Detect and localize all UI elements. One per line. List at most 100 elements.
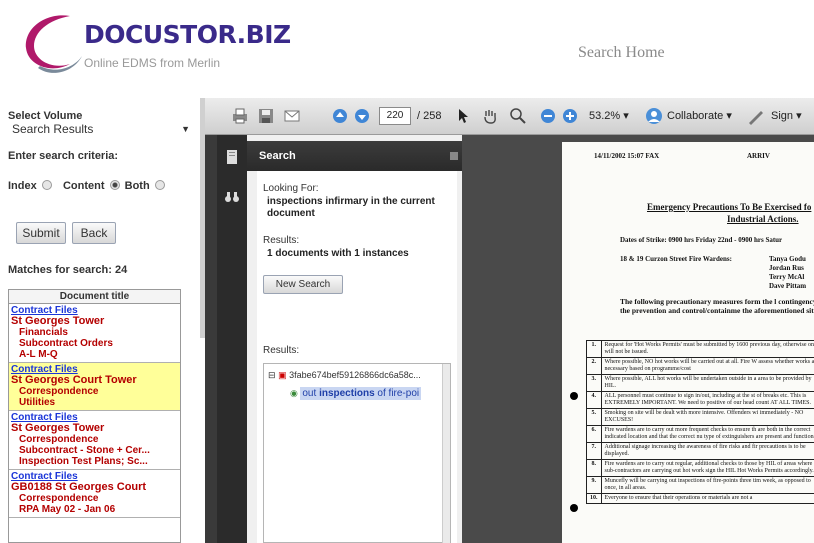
fire-warden-names: Tanya Godu Jordan Rus Terry McAl Dave Pi… — [769, 255, 806, 291]
row-number: 1. — [586, 340, 602, 358]
search-mode-radio-group: Index Content Both — [8, 180, 167, 192]
pdf-viewer: 220 / 258 53.2% ▾ Collaborate ▾ Sign ▾ S… — [205, 98, 814, 543]
row-number: 2. — [586, 357, 602, 375]
document-title-header: Document title — [9, 290, 180, 304]
brand-logo[interactable]: DOCUSTOR.BIZ Online EDMS from Merlin — [18, 8, 291, 78]
collaborate-button[interactable]: Collaborate ▾ — [667, 107, 732, 125]
row-number: 9. — [586, 476, 602, 494]
document-canvas[interactable]: 14/11/2002 15:07 FAX ARRIV Emergency Pre… — [462, 135, 814, 543]
list-item[interactable]: Contract Files St Georges Tower Correspond… — [9, 411, 180, 470]
search-hit-icon: ◉ — [290, 388, 298, 398]
binoculars-icon[interactable] — [224, 189, 240, 205]
tree-hit-node[interactable]: ◉ out inspections of fire-poi — [290, 387, 422, 400]
dropdown-arrow-icon: ▼ — [181, 124, 190, 134]
results-summary: 1 documents with 1 instances — [267, 248, 409, 259]
collaborate-icon — [646, 108, 662, 124]
row-text: Where possible, ALL hot works will be un… — [600, 374, 814, 392]
brand-name: DOCUSTOR.BIZ — [84, 20, 291, 49]
search-results-body: Looking For: inspections infirmary in th… — [257, 171, 457, 543]
row-number: 4. — [586, 391, 602, 409]
document-folder: St Georges Tower — [11, 315, 105, 327]
fax-stamp: 14/11/2002 15:07 FAX — [594, 152, 660, 160]
tree-file-name: 3fabe674bef59126866dc6a58c... — [289, 370, 421, 380]
submit-button[interactable]: Submit — [16, 222, 66, 244]
volume-select[interactable]: Search Results ▼ — [8, 120, 194, 138]
results-tree-label: Results: — [263, 345, 300, 356]
row-text: ALL personnel must continue to sign in/o… — [600, 391, 814, 409]
fax-stamp-right: ARRIV — [747, 152, 770, 160]
matches-count: Matches for search: 24 — [8, 264, 128, 276]
radio-content-label: Content — [62, 180, 105, 192]
row-number: 8. — [586, 459, 602, 477]
page-heading: Emergency Precautions To Be Exercised fo — [647, 202, 812, 212]
zoom-in-icon[interactable] — [561, 107, 579, 125]
collaborate-label: Collaborate — [667, 110, 724, 122]
volume-select-value: Search Results — [12, 122, 94, 136]
warden-name: Terry McAl — [769, 273, 805, 281]
row-number: 6. — [586, 425, 602, 443]
search-panel-title: Search — [259, 150, 296, 162]
pdf-page: 14/11/2002 15:07 FAX ARRIV Emergency Pre… — [562, 142, 814, 543]
hit-match: inspections — [319, 388, 375, 399]
list-item[interactable]: Contract Files St Georges Court Tower Corr… — [9, 363, 180, 411]
row-number: 10. — [586, 493, 602, 504]
back-button[interactable]: Back — [72, 222, 116, 244]
zoom-value: 53.2% — [589, 110, 621, 122]
search-query: inspections infirmary in the current doc… — [267, 196, 435, 219]
hand-tool-icon[interactable] — [481, 107, 499, 125]
sign-button[interactable]: Sign ▾ — [771, 107, 802, 125]
row-number: 5. — [586, 408, 602, 426]
looking-for-label: Looking For: — [263, 183, 319, 194]
row-text: Fire wardens are to carry out regular, a… — [600, 459, 814, 477]
list-item[interactable]: Contract Files GB0188 St Georges Court Cor… — [9, 470, 180, 518]
radio-both-label: Both — [124, 180, 150, 192]
radio-index[interactable] — [41, 180, 52, 190]
tree-file-node[interactable]: ⊟ ▣ 3fabe674bef59126866dc6a58c... — [268, 370, 421, 381]
previous-page-icon[interactable] — [331, 107, 349, 125]
search-hit-text: out inspections of fire-poi — [300, 387, 422, 400]
table-row: 9. Muncefly will be carrying out inspecti… — [586, 476, 814, 494]
warden-name: Tanya Godu — [769, 255, 806, 263]
document-subfolder: Subcontract - Stone + Cer... — [19, 445, 150, 456]
pages-icon[interactable] — [224, 149, 240, 165]
table-row: 4. ALL personnel must continue to sign in… — [586, 391, 814, 409]
sign-pen-icon — [749, 111, 763, 125]
email-icon[interactable] — [283, 107, 301, 125]
radio-content[interactable] — [109, 180, 120, 190]
bullet-mark — [570, 392, 578, 400]
row-text: Everyone to ensure that their operations… — [600, 493, 814, 504]
document-subfolder: A-L M-Q — [19, 349, 58, 360]
print-icon[interactable] — [231, 107, 249, 125]
expand-icon[interactable]: ⊟ — [268, 370, 276, 380]
hit-prefix: out — [302, 388, 317, 399]
zoom-out-icon[interactable] — [539, 107, 557, 125]
tree-scrollbar[interactable] — [442, 364, 450, 543]
list-item[interactable]: Contract Files St Georges Tower Financials… — [9, 304, 180, 363]
table-row: 6. Fire wardens are to carry out more fre… — [586, 425, 814, 443]
row-text: Additional signage increasing the awaren… — [600, 442, 814, 460]
radio-index-label: Index — [8, 180, 37, 192]
strike-dates: Dates of Strike: 0900 hrs Friday 22nd - … — [620, 236, 783, 244]
document-subfolder: Financials — [19, 327, 68, 338]
save-icon[interactable] — [257, 107, 275, 125]
page-number-input[interactable]: 220 — [379, 107, 411, 125]
new-search-button[interactable]: New Search — [263, 275, 343, 294]
document-list: Document title Contract Files St Georges … — [8, 289, 181, 543]
precautions-table: 1. Request for 'Hot Works Permits' must b… — [586, 340, 814, 504]
zoom-level[interactable]: 53.2% ▾ — [589, 107, 629, 125]
search-panel-header: Search — [247, 141, 462, 171]
table-row: 7. Additional signage increasing the awar… — [586, 442, 814, 460]
row-text: Where possible, NO hot works will be car… — [600, 357, 814, 375]
panel-options-icon[interactable] — [450, 152, 458, 160]
search-panel: Search Looking For: inspections infirmar… — [247, 135, 462, 543]
next-page-icon[interactable] — [353, 107, 371, 125]
table-row: 2. Where possible, NO hot works will be c… — [586, 357, 814, 375]
select-tool-icon[interactable] — [455, 107, 473, 125]
radio-both[interactable] — [154, 180, 165, 190]
document-subfolder: Utilities — [19, 397, 56, 408]
document-folder: St Georges Court Tower — [11, 374, 137, 386]
document-subfolder: RPA May 02 - Jan 06 — [19, 504, 116, 515]
criteria-label: Enter search criteria: — [8, 150, 119, 162]
marquee-zoom-icon[interactable] — [509, 107, 527, 125]
page-intro: The following precautionary measures for… — [620, 297, 814, 315]
